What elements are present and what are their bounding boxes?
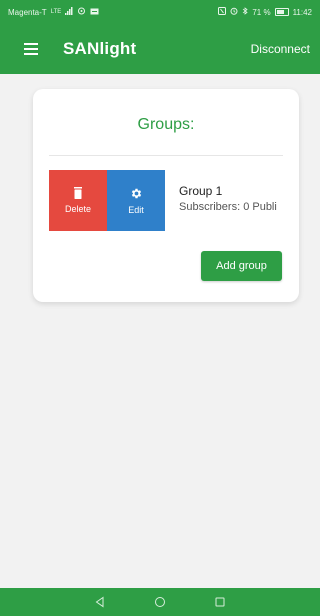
divider (49, 155, 283, 156)
nfc-icon (218, 7, 227, 17)
group-subscribers: Subscribers: 0 Publi (179, 201, 277, 213)
gear-icon (130, 187, 143, 202)
disconnect-button[interactable]: Disconnect (251, 42, 310, 56)
signal-icon (65, 7, 73, 17)
edit-button[interactable]: Edit (107, 170, 165, 231)
delete-label: Delete (64, 204, 91, 214)
group-info[interactable]: Group 1 Subscribers: 0 Publi (179, 184, 299, 213)
groups-card: Groups: Delete Edit Group 1 Subscribers:… (33, 89, 299, 302)
system-nav-bar (0, 588, 320, 616)
status-left: Magenta-T LTE (8, 7, 99, 17)
hamburger-menu-icon[interactable] (24, 43, 38, 55)
status-right: 71 % 11:42 (218, 7, 312, 17)
trash-icon (73, 186, 83, 201)
app-title: SANlight (63, 39, 137, 58)
group-row[interactable]: Delete Edit Group 1 Subscribers: 0 Publi (49, 170, 299, 231)
app-bar: SANlight Disconnect (0, 24, 320, 74)
add-group-button[interactable]: Add group (201, 251, 282, 281)
battery-icon (274, 8, 289, 16)
message-icon (90, 8, 99, 17)
card-title: Groups: (137, 116, 195, 133)
edit-label: Edit (128, 204, 144, 215)
alarm-icon (230, 7, 238, 17)
recents-icon[interactable] (214, 596, 226, 608)
usb-icon (77, 7, 86, 17)
bluetooth-icon (242, 7, 248, 17)
delete-button[interactable]: Delete (49, 170, 107, 231)
network-type-label: LTE (50, 9, 62, 15)
home-icon[interactable] (154, 596, 166, 608)
battery-percent: 71 % (252, 7, 271, 17)
clock: 11:42 (292, 7, 312, 17)
status-bar: Magenta-T LTE 71 % 11:42 (0, 0, 320, 24)
back-icon[interactable] (94, 596, 106, 608)
carrier-label: Magenta-T (8, 7, 47, 17)
group-name: Group 1 (179, 184, 223, 198)
